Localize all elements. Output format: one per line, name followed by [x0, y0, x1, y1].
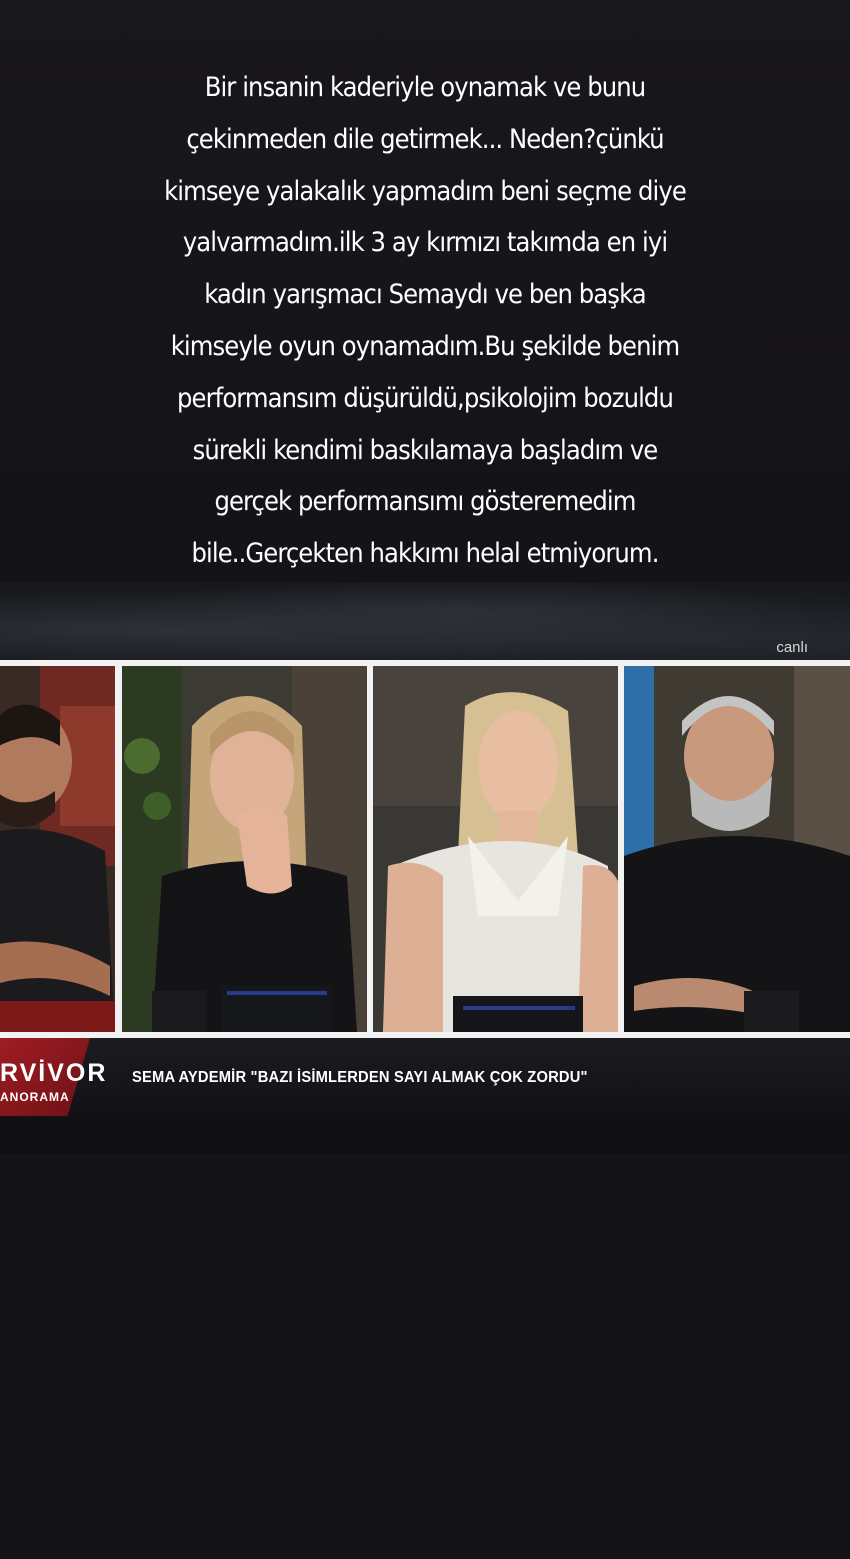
video-panel-guest-left — [0, 666, 115, 1032]
live-label: canlı — [776, 639, 808, 656]
show-subtitle: ANORAMA — [0, 1090, 70, 1104]
video-panel-host — [624, 666, 850, 1032]
caption-line: sürekli kendimi baskılamaya başladım ve — [192, 434, 659, 466]
split-screen — [0, 660, 850, 1038]
caption-line: bile..Gerçekten hakkımı helal etmiyorum. — [191, 538, 659, 570]
caption-line: Bir insanin kaderiyle oynamak ve bunu — [204, 72, 647, 103]
news-lower-third: RVİVOR ANORAMA SEMA AYDEMİR "BAZI İSİMLE… — [0, 1038, 850, 1118]
video-panel-contestant-1 — [122, 666, 367, 1032]
story-view: Bir insanin kaderiyle oynamak ve bunu çe… — [0, 0, 850, 1559]
story-background-bottom — [0, 1154, 850, 1559]
headline-ticker: SEMA AYDEMİR "BAZI İSİMLERDEN SAYI ALMAK… — [132, 1069, 588, 1086]
studio-backdrop — [0, 582, 850, 662]
caption-line: çekinmeden dile getirmek... Neden?çünkü — [186, 123, 664, 155]
caption-line: gerçek performansımı gösteremedim — [214, 486, 636, 518]
caption-line: kimseyle oyun oynamadım.Bu şekilde benim — [170, 330, 680, 362]
caption-line: kimseye yalakalık yapmadım beni seçme di… — [164, 175, 687, 207]
caption-line: yalvarmadım.ilk 3 ay kırmızı takımda en … — [182, 227, 668, 259]
show-logo: RVİVOR — [0, 1059, 108, 1087]
video-panel-contestant-2 — [373, 666, 618, 1032]
tv-clip[interactable]: canlı RVİVOR ANORAMA SEMA AYDEMİR "BAZI … — [0, 582, 850, 1154]
caption-line: kadın yarışmacı Semaydı ve ben başka — [204, 279, 646, 311]
story-caption: Bir insanin kaderiyle oynamak ve bunu çe… — [40, 62, 810, 580]
caption-line: performansım düşürüldü,psikolojim bozuld… — [177, 382, 674, 414]
